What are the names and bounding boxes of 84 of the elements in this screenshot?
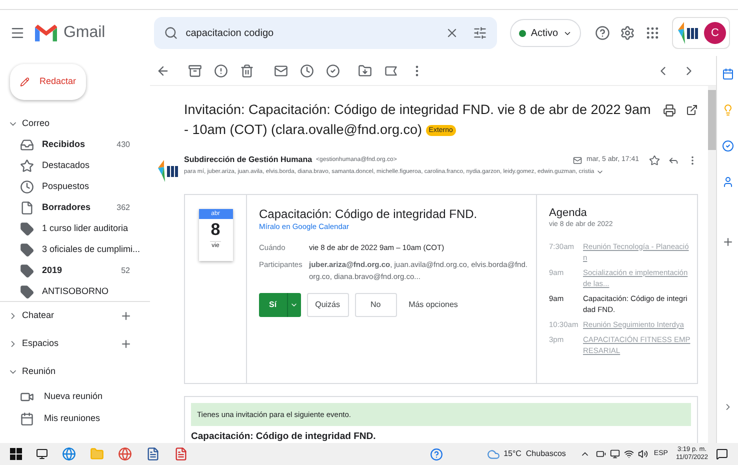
menu-icon[interactable] <box>10 25 25 41</box>
settings-icon[interactable] <box>620 25 636 41</box>
battery-icon[interactable] <box>596 449 606 459</box>
help-icon[interactable] <box>430 448 443 460</box>
rsvp-button[interactable]: No <box>354 292 397 316</box>
pencil-icon <box>20 76 30 88</box>
dropdown-button[interactable] <box>286 292 301 316</box>
new-window-icon[interactable] <box>686 104 698 116</box>
section-label[interactable]: Espacios <box>22 337 116 351</box>
video-icon <box>20 390 34 404</box>
event-title: Capacitación: Código de integridad FND. <box>259 207 478 221</box>
move-icon[interactable] <box>358 64 372 78</box>
search-icon[interactable] <box>164 26 178 40</box>
delete-icon[interactable] <box>240 64 254 78</box>
contacts-icon[interactable] <box>722 176 734 188</box>
status-button[interactable]: Activo <box>510 19 582 47</box>
document-icon[interactable] <box>146 447 160 461</box>
task-icon[interactable] <box>326 64 340 78</box>
account-chip[interactable]: C <box>672 17 730 49</box>
label-icon <box>20 222 34 236</box>
calendar-icon[interactable] <box>722 68 734 80</box>
gmail-logo-icon <box>34 24 58 42</box>
sidebar-item[interactable]: Pospuestos <box>0 176 150 197</box>
agenda-title: Agenda <box>549 207 588 220</box>
document-icon <box>20 200 34 214</box>
weather-icon[interactable] <box>486 448 500 460</box>
apps-icon[interactable] <box>645 25 660 41</box>
wifi-icon[interactable] <box>624 449 634 459</box>
sidebar-item[interactable]: Borradores 362 <box>0 197 150 218</box>
label-icon <box>20 242 34 256</box>
search-field[interactable]: capacitacion codigo <box>154 17 497 49</box>
sidebar-item[interactable]: Destacados <box>0 155 150 176</box>
add-icon[interactable] <box>120 310 132 322</box>
add-icon[interactable] <box>120 338 132 350</box>
inbox-icon <box>20 138 34 152</box>
sidebar-item[interactable]: 1 curso lider auditoria <box>0 218 150 239</box>
section-label[interactable]: Correo <box>22 117 50 131</box>
avatar[interactable]: C <box>704 22 726 44</box>
sidebar-item[interactable]: Mis reuniones <box>0 408 150 430</box>
spam-icon[interactable] <box>214 64 228 78</box>
label-icon <box>20 264 34 278</box>
help-icon[interactable] <box>595 25 610 41</box>
clock-icon <box>20 180 34 194</box>
notifications-icon[interactable] <box>716 448 728 460</box>
back-icon[interactable] <box>156 64 170 78</box>
section-label[interactable]: Reunión <box>22 365 56 379</box>
archive-icon[interactable] <box>188 64 202 78</box>
task-icon[interactable] <box>722 140 734 152</box>
volume-icon[interactable] <box>638 449 648 459</box>
day-number: 8 <box>210 219 220 241</box>
browser-icon[interactable] <box>62 447 76 461</box>
add-icon[interactable] <box>722 236 734 248</box>
sidebar-item[interactable]: Nueva reunión <box>0 386 150 408</box>
reply-icon[interactable] <box>668 154 679 166</box>
scrollbar-thumb[interactable] <box>708 90 716 150</box>
mail-icon[interactable] <box>274 64 288 78</box>
task-view-icon[interactable] <box>36 448 48 460</box>
logo-icon <box>676 20 700 46</box>
star-icon[interactable] <box>649 154 660 166</box>
browser-icon[interactable] <box>118 447 132 461</box>
clock-icon[interactable] <box>300 64 314 78</box>
weather-text[interactable]: 15°C Chubascos <box>504 448 566 460</box>
print-icon[interactable] <box>663 104 676 117</box>
sidebar-item[interactable]: 3 oficiales de cumplimi... <box>0 239 150 260</box>
calendar-icon <box>20 412 34 426</box>
sender-name: Subdirección de Gestión Humana <box>184 154 312 166</box>
rsvp-button[interactable]: Quizás <box>306 292 349 316</box>
more-options-link[interactable]: Más opciones <box>408 298 458 310</box>
compose-button[interactable]: Redactar <box>10 64 86 100</box>
rsvp-button[interactable]: Sí <box>259 292 287 316</box>
section-label[interactable]: Chatear <box>22 309 116 323</box>
label-icon[interactable] <box>384 64 398 78</box>
app-name: Gmail <box>63 23 106 43</box>
sidebar-item[interactable]: 2019 52 <box>0 260 150 281</box>
star-icon <box>20 158 34 172</box>
sidebar-item[interactable]: Recibidos 430 <box>0 134 150 155</box>
windows-icon[interactable] <box>10 448 22 460</box>
filter-icon[interactable] <box>472 26 487 40</box>
sidebar-item[interactable]: ANTISOBORNO <box>0 281 150 301</box>
display-icon[interactable] <box>610 449 620 459</box>
label-icon <box>20 284 34 298</box>
pdf-icon[interactable] <box>174 447 188 461</box>
logo-icon <box>156 158 180 184</box>
event-heading: Capacitación: Código de integridad FND. <box>191 430 377 444</box>
